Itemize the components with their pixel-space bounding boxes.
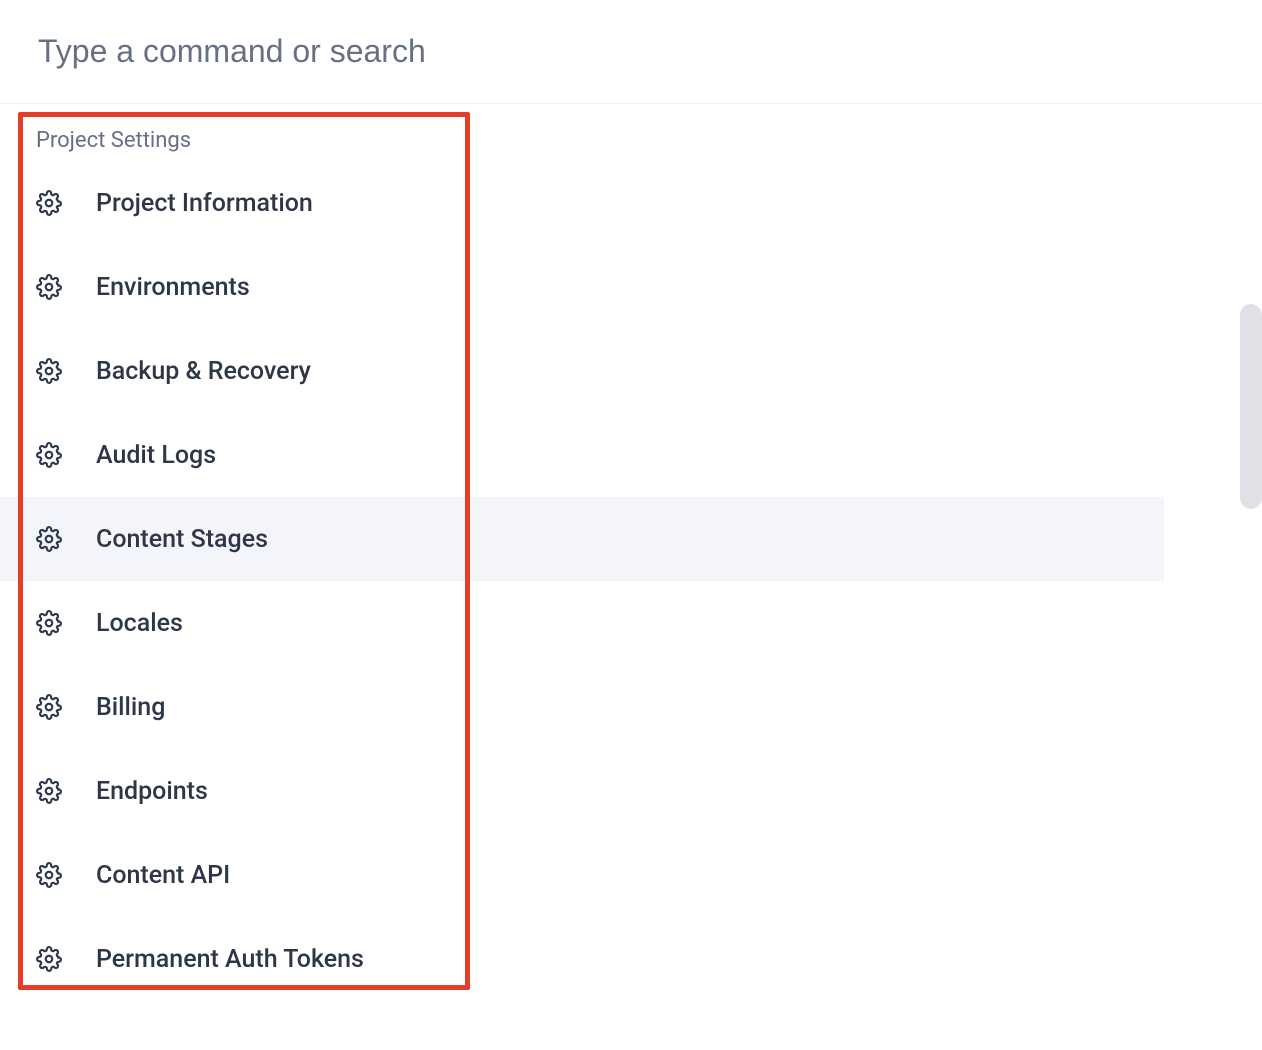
menu-item-endpoints[interactable]: Endpoints [0, 749, 1164, 833]
menu-item-label: Endpoints [96, 777, 208, 806]
gear-icon [36, 526, 62, 552]
menu-item-label: Permanent Auth Tokens [96, 945, 364, 974]
menu-item-locales[interactable]: Locales [0, 581, 1164, 665]
command-search-input[interactable] [36, 32, 1226, 71]
section-header: Project Settings [0, 112, 1262, 161]
content-area: Project Settings Project Information Env… [0, 104, 1262, 1001]
gear-icon [36, 442, 62, 468]
gear-icon [36, 862, 62, 888]
scrollbar-thumb[interactable] [1240, 304, 1262, 509]
menu-item-project-information[interactable]: Project Information [0, 161, 1164, 245]
menu-item-content-stages[interactable]: Content Stages [0, 497, 1164, 581]
settings-menu-list: Project Information Environments Backup … [0, 161, 1262, 1001]
menu-item-content-api[interactable]: Content API [0, 833, 1164, 917]
gear-icon [36, 610, 62, 636]
gear-icon [36, 190, 62, 216]
menu-item-backup-recovery[interactable]: Backup & Recovery [0, 329, 1164, 413]
menu-item-billing[interactable]: Billing [0, 665, 1164, 749]
gear-icon [36, 946, 62, 972]
menu-item-audit-logs[interactable]: Audit Logs [0, 413, 1164, 497]
menu-item-label: Content API [96, 861, 230, 890]
gear-icon [36, 778, 62, 804]
menu-item-permanent-auth-tokens[interactable]: Permanent Auth Tokens [0, 917, 1164, 1001]
menu-item-label: Environments [96, 273, 250, 302]
menu-item-label: Backup & Recovery [96, 357, 311, 386]
gear-icon [36, 358, 62, 384]
search-bar [0, 0, 1262, 104]
menu-item-label: Content Stages [96, 525, 268, 554]
gear-icon [36, 274, 62, 300]
gear-icon [36, 694, 62, 720]
app-window: Project Settings Project Information Env… [0, 0, 1262, 1050]
menu-item-label: Project Information [96, 189, 313, 218]
menu-item-label: Billing [96, 693, 165, 722]
menu-item-label: Locales [96, 609, 183, 638]
menu-item-label: Audit Logs [96, 441, 216, 470]
menu-item-environments[interactable]: Environments [0, 245, 1164, 329]
